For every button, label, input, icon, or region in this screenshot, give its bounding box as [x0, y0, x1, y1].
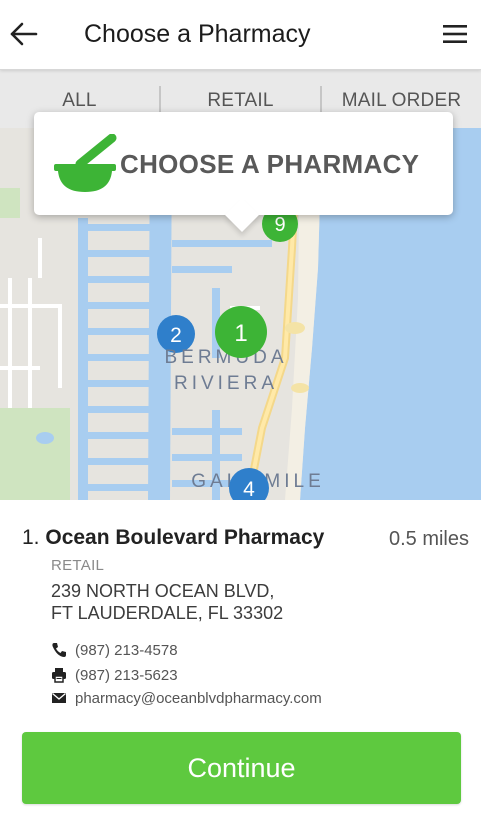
- callout-title: CHOOSE A PHARMACY: [120, 149, 420, 179]
- map-marker-label: 1: [234, 320, 247, 347]
- choose-pharmacy-callout: CHOOSE A PHARMACY: [34, 112, 453, 232]
- envelope-icon: [52, 693, 66, 703]
- menu-button[interactable]: [441, 20, 469, 48]
- map-marker-label: 9: [274, 214, 285, 236]
- phone-row[interactable]: (987) 213-4578: [51, 640, 178, 660]
- address-line-2: FT LAUDERDALE, FL 33302: [51, 603, 284, 623]
- pharmacy-name[interactable]: 1. Ocean Boulevard Pharmacy: [22, 526, 324, 550]
- address-line-1: 239 NORTH OCEAN BLVD,: [51, 581, 275, 601]
- app-header: Choose a Pharmacy: [0, 0, 481, 70]
- fax-row: (987) 213-5623: [51, 665, 178, 685]
- pharmacy-name-text: Ocean Boulevard Pharmacy: [45, 526, 325, 549]
- phone-number: (987) 213-4578: [75, 641, 178, 659]
- page-title: Choose a Pharmacy: [84, 20, 311, 48]
- arrow-left-icon: [10, 22, 38, 46]
- email-row[interactable]: pharmacy@oceanblvdpharmacy.com: [51, 688, 322, 708]
- map-marker-label: 2: [170, 324, 182, 347]
- tab-all[interactable]: ALL: [0, 86, 159, 112]
- phone-icon: [52, 643, 66, 657]
- tab-mail-order[interactable]: MAIL ORDER: [322, 86, 481, 112]
- hamburger-menu-icon: [443, 25, 467, 43]
- map-marker[interactable]: 1: [215, 306, 267, 358]
- continue-button[interactable]: Continue: [22, 732, 461, 804]
- tab-retail[interactable]: RETAIL: [161, 86, 320, 112]
- pharmacy-distance: 0.5 miles: [388, 528, 469, 550]
- pharmacy-type: RETAIL: [51, 557, 105, 574]
- back-button[interactable]: [8, 17, 42, 51]
- fax-printer-icon: [52, 668, 66, 683]
- pharmacy-index: 1.: [22, 526, 40, 549]
- map-area-label: RIVIERA: [174, 373, 278, 394]
- mortar-pestle-icon: [54, 134, 117, 192]
- fax-number: (987) 213-5623: [75, 666, 178, 684]
- map-marker-label: 4: [243, 478, 255, 500]
- email-address: pharmacy@oceanblvdpharmacy.com: [75, 689, 322, 707]
